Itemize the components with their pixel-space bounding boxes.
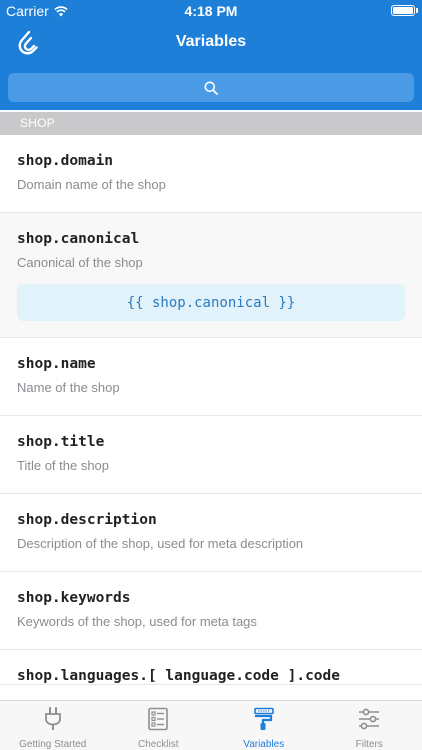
list-item-expanded[interactable]: shop.canonical Canonical of the shop {{ …	[0, 213, 422, 338]
variable-name: shop.name	[17, 356, 96, 372]
variable-description: Name of the shop	[17, 380, 120, 395]
tab-filters[interactable]: Filters	[317, 701, 422, 750]
page-title: Variables	[175, 33, 247, 50]
plug-icon	[40, 706, 66, 731]
variables-icon	[251, 706, 277, 731]
section-header-shop: SHOP	[0, 112, 422, 135]
status-time: 4:18 PM	[184, 3, 238, 19]
tab-bar: Getting Started Checklist Variables Filt…	[0, 700, 422, 750]
variable-description: Keywords of the shop, used for meta tags	[17, 614, 257, 629]
search-input[interactable]	[8, 73, 414, 102]
tab-getting-started[interactable]: Getting Started	[0, 701, 106, 750]
variable-description: Domain name of the shop	[17, 177, 166, 192]
variable-description: Title of the shop	[17, 458, 110, 473]
variable-name: shop.domain	[17, 153, 114, 169]
variable-name: shop.canonical	[17, 231, 140, 247]
battery-icon	[391, 5, 418, 16]
variable-name: shop.title	[17, 434, 105, 450]
sliders-icon	[356, 706, 382, 731]
checklist-icon	[145, 706, 171, 731]
list-item[interactable]: shop.title Title of the shop	[0, 416, 422, 494]
tab-label: Variables	[243, 739, 285, 750]
tab-label: Checklist	[137, 739, 179, 750]
variable-name: shop.keywords	[17, 590, 131, 606]
list-item[interactable]: shop.domain Domain name of the shop	[0, 135, 422, 213]
tab-label: Filters	[355, 739, 383, 750]
variables-list: shop.domain Domain name of the shop shop…	[0, 135, 422, 685]
variable-name: shop.languages.[ language.code ].code	[17, 668, 341, 684]
code-snippet[interactable]: {{ shop.canonical }}	[17, 284, 405, 321]
variable-name: shop.description	[17, 512, 157, 528]
tab-checklist[interactable]: Checklist	[106, 701, 212, 750]
navigation-header: Carrier 4:18 PM Variables	[0, 0, 422, 110]
list-item[interactable]: shop.name Name of the shop	[0, 338, 422, 416]
tab-label: Getting Started	[19, 739, 87, 750]
search-icon	[204, 81, 218, 95]
list-item[interactable]: shop.description Description of the shop…	[0, 494, 422, 572]
variable-description: Description of the shop, used for meta d…	[17, 536, 304, 551]
status-bar: Carrier 4:18 PM	[0, 0, 422, 22]
variable-description: Canonical of the shop	[17, 255, 143, 270]
list-item[interactable]: shop.languages.[ language.code ].code	[0, 650, 422, 685]
list-item[interactable]: shop.keywords Keywords of the shop, used…	[0, 572, 422, 650]
tab-variables[interactable]: Variables	[211, 701, 317, 750]
